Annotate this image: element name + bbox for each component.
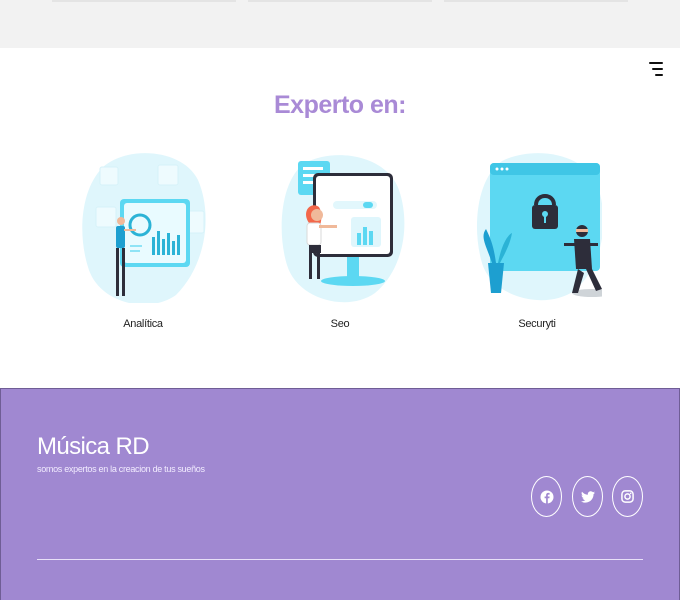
footer-divider — [37, 559, 643, 560]
facebook-icon[interactable] — [531, 476, 562, 517]
analytics-illustration — [82, 153, 206, 303]
seo-illustration — [281, 155, 405, 303]
service-security: Securyti — [462, 145, 612, 330]
menu-icon[interactable] — [645, 60, 663, 78]
service-analytics: Analítica — [68, 145, 218, 330]
instagram-icon[interactable] — [612, 476, 643, 517]
card-edge — [444, 0, 628, 2]
card-edge — [248, 0, 432, 2]
service-seo: Seo — [265, 145, 415, 330]
twitter-icon[interactable] — [572, 476, 603, 517]
card-edge — [52, 0, 236, 2]
section-title: Experto en: — [273, 91, 407, 119]
security-illustration — [477, 153, 602, 301]
previous-section-band — [0, 0, 680, 48]
service-label: Analítica — [123, 318, 163, 330]
footer-brand: Música RD — [37, 433, 150, 460]
footer: Música RD somos expertos en la creacion … — [0, 388, 680, 600]
service-label: Securyti — [518, 318, 556, 330]
service-label: Seo — [330, 318, 350, 330]
footer-tagline: somos expertos en la creacion de tus sue… — [37, 464, 205, 474]
